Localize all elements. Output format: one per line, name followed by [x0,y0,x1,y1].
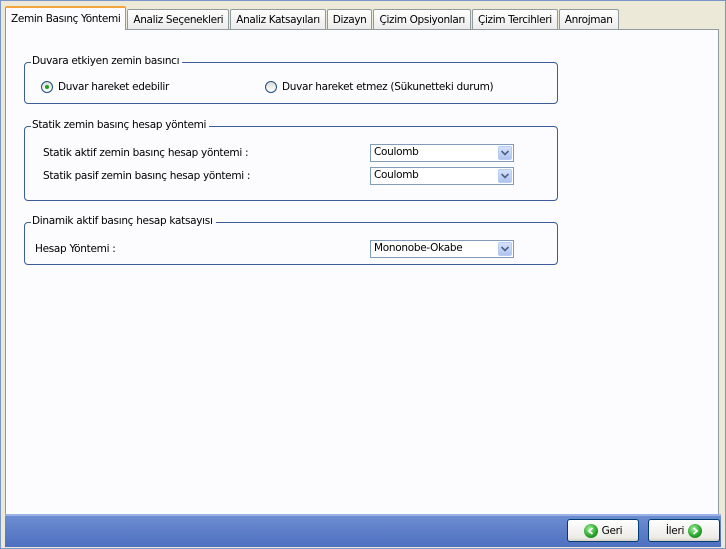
static-active-select[interactable]: Coulomb [370,144,514,162]
dynamic-method-select[interactable]: Mononobe-Okabe [370,240,514,258]
select-value: Coulomb [374,169,419,181]
group-dynamic-pressure: Dinamik aktif basınç hesap katsayısı Hes… [24,215,558,265]
select-value: Mononobe-Okabe [374,242,463,254]
back-button[interactable]: Geri [567,519,639,542]
radio-wall-fixed[interactable]: Duvar hareket etmez (Sükunetteki durum) [265,81,494,93]
group-wall-pressure: Duvara etkiyen zemin basıncı Duvar harek… [24,55,558,104]
chevron-down-icon[interactable] [498,242,512,256]
group-title: Dinamik aktif basınç hesap katsayısı [31,215,216,227]
tab-panel: Duvara etkiyen zemin basıncı Duvar harek… [5,29,719,515]
tab-anrojman[interactable]: Anrojman [558,9,619,29]
tab-label: Analiz Seçenekleri [133,13,224,26]
group-title: Statik zemin basınç hesap yöntemi [31,119,210,131]
radio-label: Duvar hareket etmez (Sükunetteki durum) [282,81,494,93]
tab-label: Anrojman [564,13,613,26]
window-frame: Zemin Basınç Yöntemi Analiz Seçenekleri … [0,0,726,549]
tab-strip: Zemin Basınç Yöntemi Analiz Seçenekleri … [5,6,620,30]
chevron-down-icon[interactable] [498,169,512,183]
next-button[interactable]: İleri [648,519,720,542]
radio-wall-moving[interactable]: Duvar hareket edebilir [41,81,169,93]
tab-label: Zemin Basınç Yöntemi [11,13,121,25]
tab-zemin-basinc-yontemi[interactable]: Zemin Basınç Yöntemi [5,6,127,30]
tab-cizim-tercihleri[interactable]: Çizim Tercihleri [471,9,558,29]
tab-cizim-opsiyonlari[interactable]: Çizim Opsiyonları [373,9,471,29]
static-active-label: Statik aktif zemin basınç hesap yöntemi … [43,147,249,159]
tab-dizayn[interactable]: Dizayn [326,9,373,29]
footer-highlight [5,514,721,516]
group-static-pressure: Statik zemin basınç hesap yöntemi Statik… [24,119,558,201]
arrow-left-icon [583,523,598,538]
tab-analiz-secenekleri[interactable]: Analiz Seçenekleri [127,9,230,29]
radio-label: Duvar hareket edebilir [58,81,170,93]
select-value: Coulomb [374,146,419,158]
static-passive-label: Statik pasif zemin basınç hesap yöntemi … [43,170,251,182]
tab-label: Çizim Opsiyonları [379,13,465,26]
group-title: Duvara etkiyen zemin basıncı [31,55,183,67]
radio-unchecked-icon [265,81,277,93]
tab-label: Dizayn [332,13,367,26]
radio-checked-icon [41,81,53,93]
tab-analiz-katsayilari[interactable]: Analiz Katsayıları [230,9,326,29]
static-passive-select[interactable]: Coulomb [370,167,514,185]
arrow-right-icon [688,523,703,538]
back-button-label: Geri [601,524,623,537]
tab-label: Çizim Tercihleri [477,13,552,26]
footer-bar: Geri İleri [5,514,721,547]
chevron-down-icon[interactable] [498,146,512,160]
tab-label: Analiz Katsayıları [236,13,320,26]
dynamic-method-label: Hesap Yöntemi : [35,243,116,255]
next-button-label: İleri [665,524,685,537]
